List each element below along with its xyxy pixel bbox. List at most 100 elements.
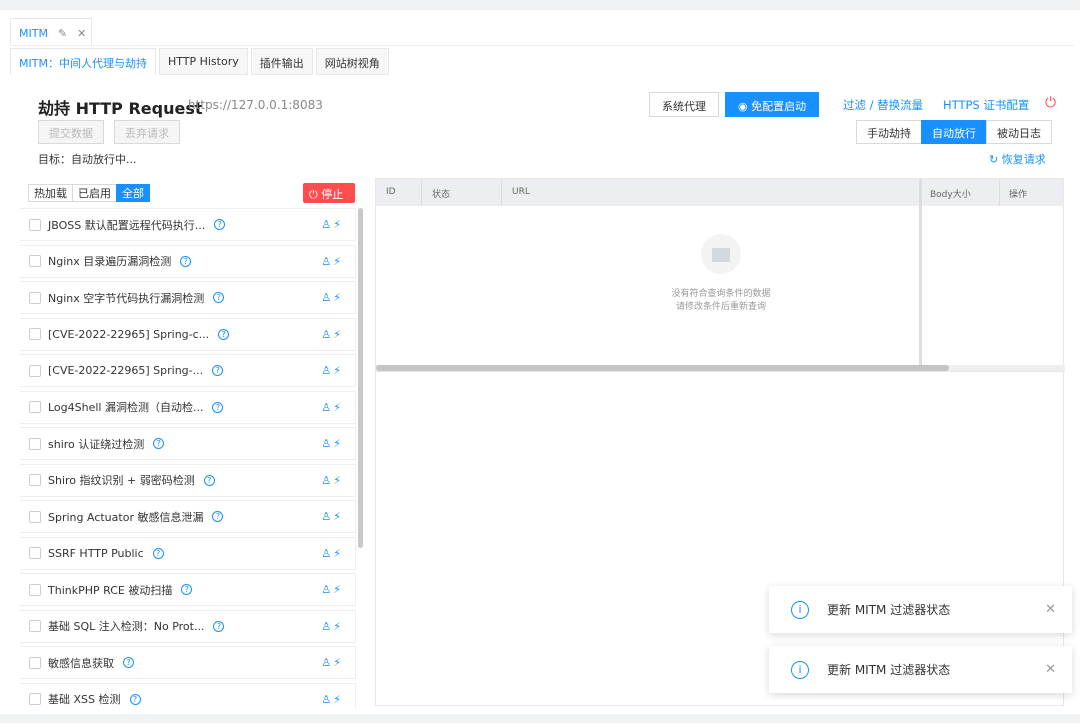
divider	[376, 371, 1065, 372]
help-icon[interactable]: ?	[181, 584, 193, 595]
restore-label: 恢复请求	[1001, 153, 1046, 166]
checkbox[interactable]	[29, 620, 41, 632]
help-icon[interactable]: ?	[212, 401, 224, 413]
user-bolt-icons: ♙⚡	[321, 473, 343, 487]
divider	[501, 179, 502, 206]
subtab-http-history[interactable]: HTTP History	[158, 48, 248, 75]
user-bolt-icons: ♙⚡	[321, 218, 343, 231]
mode-passive[interactable]: 被动日志	[986, 120, 1052, 144]
help-icon[interactable]: ?	[123, 657, 134, 668]
page-title: 劫持 HTTP Request	[38, 99, 203, 118]
checkbox[interactable]	[29, 583, 41, 596]
free-start-label: 免配置启动	[751, 100, 807, 113]
user-bolt-icons: ♙⚡	[321, 583, 343, 596]
mode-auto[interactable]: 自动放行	[921, 120, 987, 144]
discard-button[interactable]: 丢弃请求	[114, 120, 180, 144]
plugin-name: 敏感信息获取	[48, 656, 114, 670]
col-actions[interactable]: 操作	[1009, 187, 1027, 200]
plugin-item[interactable]: SSRF HTTP Public? ♙⚡	[20, 536, 356, 570]
subtab-mitm[interactable]: MITM：中间人代理与劫持	[10, 48, 156, 75]
filter-enabled[interactable]: 已启用	[72, 184, 117, 202]
checkbox[interactable]	[29, 656, 41, 669]
restore-link[interactable]: ↻ 恢复请求	[989, 151, 1046, 167]
help-icon[interactable]: ?	[218, 328, 230, 340]
edit-icon[interactable]: ✎	[58, 27, 67, 40]
stop-button[interactable]: ⏻ 停止	[303, 183, 355, 203]
close-icon[interactable]: ✕	[77, 27, 86, 40]
subtabs: MITM：中间人代理与劫持 HTTP History 插件输出 网站树视角	[10, 48, 389, 75]
col-body-size[interactable]: Body大小	[930, 187, 971, 200]
plugin-item[interactable]: 基础 XSS 检测? ♙⚡	[20, 682, 356, 708]
plugin-item[interactable]: [CVE-2022-22965] Spring-c...? ♙⚡	[20, 317, 356, 351]
plugin-item[interactable]: Nginx 目录遍历漏洞检测? ♙⚡	[20, 244, 356, 278]
checkbox[interactable]	[29, 437, 41, 450]
tab-mitm[interactable]: MITM ✎ ✕	[10, 18, 92, 46]
help-icon[interactable]: ?	[153, 438, 165, 449]
filter-link[interactable]: 过滤 / 替换流量	[843, 97, 923, 113]
user-bolt-icons: ♙⚡	[321, 437, 343, 450]
system-proxy-button[interactable]: 系统代理	[649, 92, 719, 117]
info-icon: i	[791, 600, 809, 619]
plugin-name: Nginx 目录遍历漏洞检测	[48, 255, 172, 268]
help-icon[interactable]: ?	[214, 219, 226, 230]
user-bolt-icons: ♙⚡	[321, 254, 343, 268]
plugin-name: JBOSS 默认配置远程代码执行...	[48, 218, 206, 232]
checkbox[interactable]	[29, 328, 41, 340]
plugin-name: ThinkPHP RCE 被动扫描	[48, 583, 173, 597]
help-icon[interactable]: ?	[129, 693, 141, 705]
plugin-item[interactable]: Log4Shell 漏洞检测（自动检...? ♙⚡	[20, 390, 356, 424]
target-status: 目标：自动放行中...	[38, 153, 137, 166]
help-icon[interactable]: ?	[152, 547, 164, 559]
col-url[interactable]: URL	[512, 187, 530, 197]
plugin-item[interactable]: 敏感信息获取? ♙⚡	[20, 646, 356, 679]
free-start-button[interactable]: ◉ 免配置启动	[725, 92, 820, 117]
power-icon[interactable]: ⏻	[1045, 95, 1056, 111]
checkbox[interactable]	[29, 291, 41, 304]
empty-hint: 请修改条件后重新查询	[675, 302, 766, 312]
close-icon[interactable]: ✕	[1045, 662, 1056, 677]
submit-button[interactable]: 提交数据	[38, 120, 104, 144]
help-icon[interactable]: ?	[212, 365, 224, 376]
plugin-item[interactable]: JBOSS 默认配置远程代码执行...? ♙⚡	[20, 208, 356, 241]
checkbox[interactable]	[29, 547, 41, 559]
empty-state: 没有符合查询条件的数据 请修改条件后重新查询	[646, 234, 796, 314]
checkbox[interactable]	[29, 364, 41, 377]
help-icon[interactable]: ?	[213, 620, 225, 632]
checkbox[interactable]	[29, 255, 41, 267]
plugin-name: Log4Shell 漏洞检测（自动检...	[48, 401, 204, 414]
subtab-site-tree[interactable]: 网站树视角	[315, 48, 389, 75]
plugin-item[interactable]: 基础 SQL 注入检测：No Prot...? ♙⚡	[20, 609, 356, 643]
col-status[interactable]: 状态	[432, 187, 450, 200]
plugin-item[interactable]: Shiro 指纹识别 + 弱密码检测? ♙⚡	[20, 463, 356, 497]
help-icon[interactable]: ?	[180, 255, 192, 267]
plugin-item[interactable]: shiro 认证绕过检测? ♙⚡	[20, 427, 356, 460]
mode-manual[interactable]: 手动劫持	[856, 120, 922, 144]
subtab-plugin-output[interactable]: 插件输出	[250, 48, 313, 75]
scrollbar[interactable]	[358, 208, 363, 548]
checkbox[interactable]	[29, 510, 41, 523]
plugin-name: [CVE-2022-22965] Spring-c...	[48, 327, 210, 341]
close-icon[interactable]: ✕	[1045, 602, 1056, 617]
plugin-item[interactable]: ThinkPHP RCE 被动扫描? ♙⚡	[20, 573, 356, 606]
plugin-name: 基础 SQL 注入检测：No Prot...	[48, 620, 205, 633]
help-icon[interactable]: ?	[212, 511, 224, 522]
plugin-name: SSRF HTTP Public	[48, 546, 144, 560]
mode-switch: 手动劫持 自动放行 被动日志	[856, 120, 1052, 144]
filter-all[interactable]: 全部	[116, 184, 150, 202]
empty-text: 没有符合查询条件的数据	[671, 289, 771, 299]
help-icon[interactable]: ?	[213, 292, 225, 303]
power-icon: ⏻	[309, 188, 322, 201]
checkbox[interactable]	[29, 693, 41, 705]
help-icon[interactable]: ?	[203, 474, 215, 486]
plugin-name: Spring Actuator 敏感信息泄漏	[48, 510, 204, 524]
checkbox[interactable]	[29, 401, 41, 413]
plugin-item[interactable]: Spring Actuator 敏感信息泄漏? ♙⚡	[20, 500, 356, 533]
plugin-item[interactable]: Nginx 空字节代码执行漏洞检测? ♙⚡	[20, 281, 356, 314]
plugin-name: shiro 认证绕过检测	[48, 437, 145, 451]
col-id[interactable]: ID	[386, 187, 396, 197]
plugin-item[interactable]: [CVE-2022-22965] Spring-...? ♙⚡	[20, 354, 356, 387]
checkbox[interactable]	[29, 474, 41, 486]
checkbox[interactable]	[29, 218, 41, 231]
https-cert-link[interactable]: HTTPS 证书配置	[943, 97, 1029, 113]
filter-hot-reload[interactable]: 热加载	[28, 184, 73, 202]
